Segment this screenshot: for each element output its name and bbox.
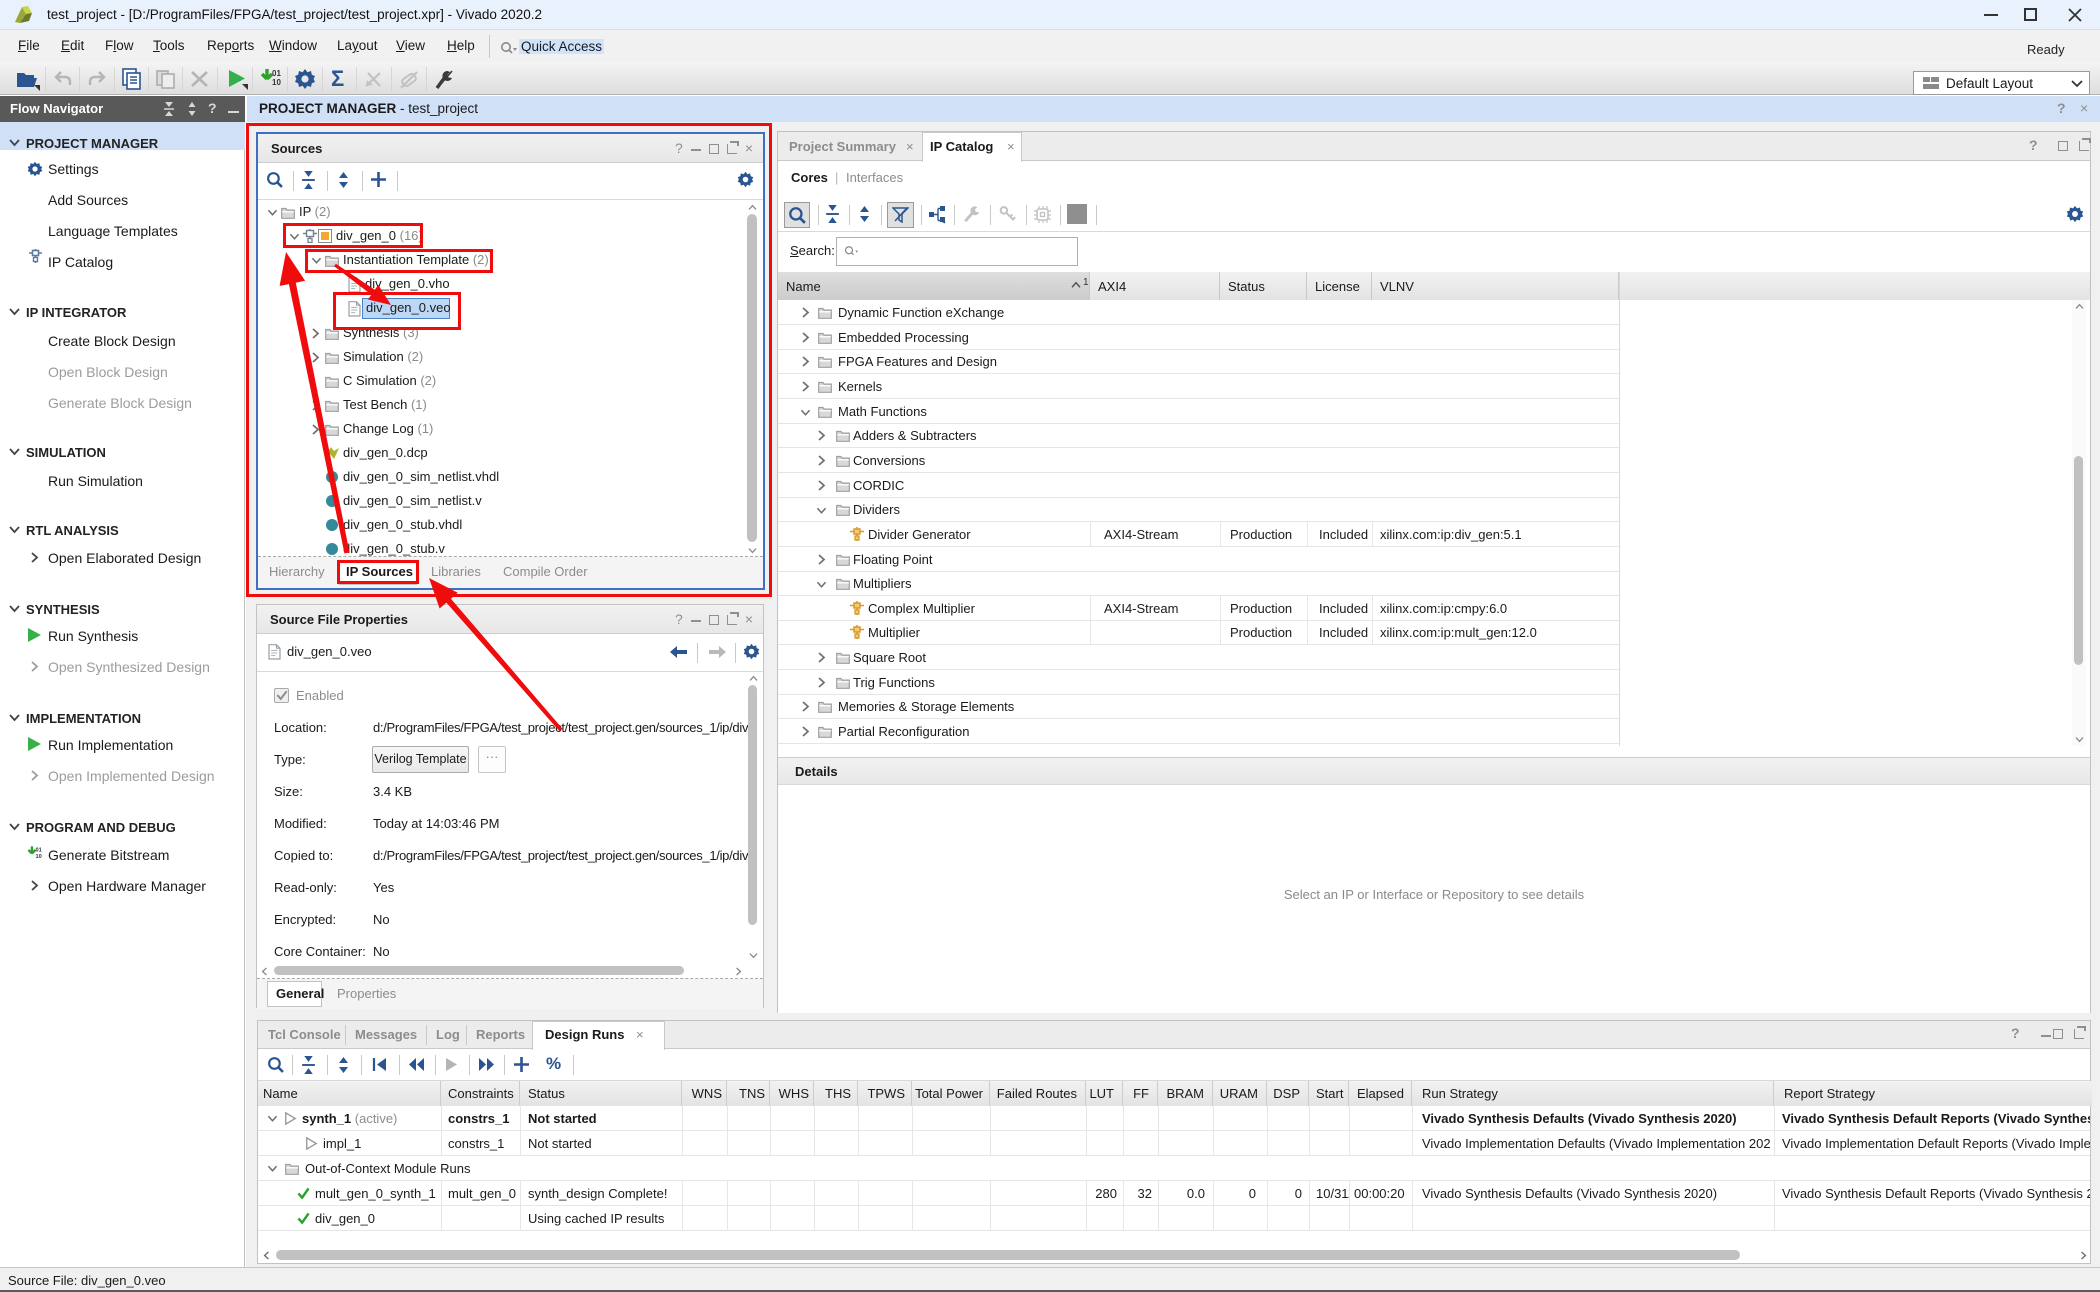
svg-text:10: 10 <box>272 78 281 87</box>
svg-text:10: 10 <box>36 854 42 860</box>
svg-text:01: 01 <box>272 69 281 78</box>
svg-text:01: 01 <box>36 847 42 853</box>
